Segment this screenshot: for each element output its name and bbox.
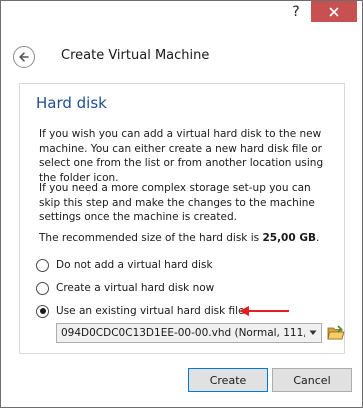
title-bar: ? bbox=[1, 1, 362, 29]
radio-existing-disk[interactable]: Use an existing virtual hard disk file bbox=[36, 303, 245, 319]
radio-button-selected[interactable] bbox=[36, 304, 49, 318]
create-button-label: Create bbox=[209, 373, 247, 387]
radio-no-disk[interactable]: Do not add a virtual hard disk bbox=[36, 257, 213, 273]
radio-create-disk[interactable]: Create a virtual hard disk now bbox=[36, 280, 214, 296]
recommended-prefix: The recommended size of the hard disk is bbox=[39, 232, 263, 244]
description-paragraph-1: If you wish you can add a virtual hard d… bbox=[39, 128, 324, 184]
back-arrow-icon bbox=[19, 52, 29, 62]
red-arrow-icon bbox=[239, 306, 289, 316]
help-button[interactable]: ? bbox=[283, 1, 309, 23]
folder-icon[interactable] bbox=[327, 324, 345, 342]
close-button[interactable] bbox=[311, 1, 357, 22]
cancel-button[interactable]: Cancel bbox=[272, 368, 352, 392]
description-paragraph-2: If you need a more complex storage set-u… bbox=[39, 182, 315, 223]
back-button[interactable] bbox=[13, 46, 35, 68]
wizard-title: Create Virtual Machine bbox=[61, 48, 210, 63]
radio-button[interactable] bbox=[36, 258, 49, 272]
dialog-window: ? Create Virtual Machine Hard disk If yo… bbox=[0, 0, 363, 408]
recommended-size-value: 25,00 GB bbox=[262, 232, 316, 244]
content-panel: Hard disk If you wish you can add a virt… bbox=[19, 83, 345, 354]
section-title: Hard disk bbox=[36, 94, 107, 112]
create-button[interactable]: Create bbox=[188, 368, 268, 392]
disk-file-select[interactable]: 094D0CDC0C13D1EE-00-00.vhd (Normal, 111,… bbox=[56, 323, 322, 343]
recommended-suffix: . bbox=[315, 232, 320, 244]
radio-button[interactable] bbox=[36, 281, 49, 295]
recommended-size-text: The recommended size of the hard disk is… bbox=[39, 232, 319, 244]
radio-label: Use an existing virtual hard disk file bbox=[56, 305, 245, 317]
chevron-down-icon[interactable] bbox=[305, 324, 321, 342]
disk-file-value: 094D0CDC0C13D1EE-00-00.vhd (Normal, 111,… bbox=[61, 327, 305, 339]
help-label: ? bbox=[292, 4, 300, 20]
radio-label: Do not add a virtual hard disk bbox=[56, 259, 213, 271]
close-icon bbox=[329, 6, 339, 17]
radio-label: Create a virtual hard disk now bbox=[56, 282, 215, 294]
cancel-button-label: Cancel bbox=[293, 373, 331, 387]
